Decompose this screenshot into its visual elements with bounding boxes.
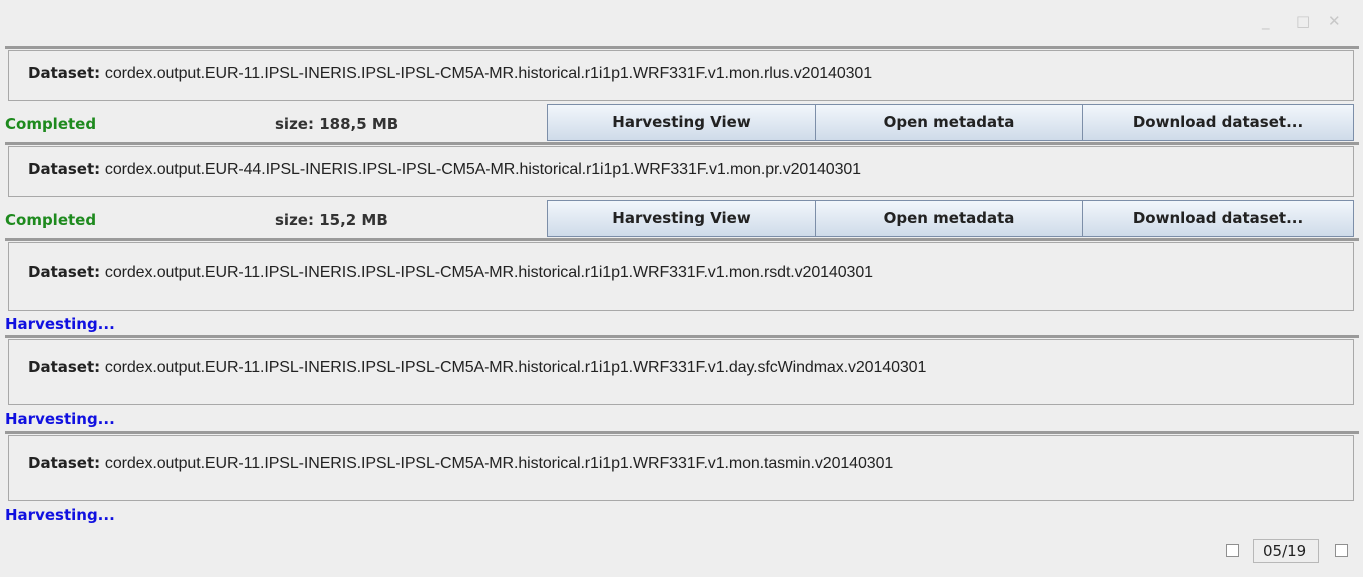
status-harvesting: Harvesting... xyxy=(5,315,115,333)
dataset-item: Dataset: cordex.output.EUR-11.IPSL-INERI… xyxy=(5,431,1359,527)
dataset-line: Dataset: cordex.output.EUR-11.IPSL-INERI… xyxy=(28,454,893,473)
previous-page-button[interactable] xyxy=(1226,544,1239,557)
harvesting-view-button[interactable]: Harvesting View xyxy=(547,104,816,141)
title-bar: _ □ ✕ xyxy=(0,0,1363,46)
next-page-button[interactable] xyxy=(1335,544,1348,557)
harvesting-view-button[interactable]: Harvesting View xyxy=(547,200,816,237)
open-metadata-button[interactable]: Open metadata xyxy=(815,200,1083,237)
close-icon[interactable]: ✕ xyxy=(1328,12,1341,30)
dataset-name-box: Dataset: cordex.output.EUR-11.IPSL-INERI… xyxy=(8,435,1354,501)
status-harvesting: Harvesting... xyxy=(5,506,115,524)
dataset-name: cordex.output.EUR-11.IPSL-INERIS.IPSL-IP… xyxy=(104,359,927,376)
minimize-icon[interactable]: _ xyxy=(1262,12,1270,30)
status-completed: Completed xyxy=(5,211,97,229)
dataset-label: Dataset: xyxy=(28,64,101,82)
page-number-field[interactable]: 05/19 xyxy=(1253,539,1319,563)
dataset-item: Dataset: cordex.output.EUR-11.IPSL-INERI… xyxy=(5,46,1359,143)
dataset-name-box: Dataset: cordex.output.EUR-11.IPSL-INERI… xyxy=(8,50,1354,101)
dataset-name: cordex.output.EUR-11.IPSL-INERIS.IPSL-IP… xyxy=(104,264,873,281)
dataset-label: Dataset: xyxy=(28,263,101,281)
dataset-label: Dataset: xyxy=(28,358,101,376)
dataset-list: Dataset: cordex.output.EUR-11.IPSL-INERI… xyxy=(5,46,1359,527)
dataset-name: cordex.output.EUR-44.IPSL-INERIS.IPSL-IP… xyxy=(104,161,861,178)
app-window: _ □ ✕ Dataset: cordex.output.EUR-11.IPSL… xyxy=(0,0,1363,577)
dataset-line: Dataset: cordex.output.EUR-11.IPSL-INERI… xyxy=(28,64,872,83)
dataset-size: size: 15,2 MB xyxy=(275,211,388,229)
dataset-label: Dataset: xyxy=(28,454,101,472)
dataset-item: Dataset: cordex.output.EUR-44.IPSL-INERI… xyxy=(5,142,1359,239)
status-completed: Completed xyxy=(5,115,97,133)
open-metadata-button[interactable]: Open metadata xyxy=(815,104,1083,141)
dataset-item: Dataset: cordex.output.EUR-11.IPSL-INERI… xyxy=(5,238,1359,336)
dataset-name: cordex.output.EUR-11.IPSL-INERIS.IPSL-IP… xyxy=(104,455,894,472)
dataset-size: size: 188,5 MB xyxy=(275,115,399,133)
dataset-name: cordex.output.EUR-11.IPSL-INERIS.IPSL-IP… xyxy=(104,65,873,82)
download-dataset-button[interactable]: Download dataset... xyxy=(1082,104,1354,141)
dataset-item: Dataset: cordex.output.EUR-11.IPSL-INERI… xyxy=(5,335,1359,433)
dataset-name-box: Dataset: cordex.output.EUR-11.IPSL-INERI… xyxy=(8,339,1354,405)
dataset-label: Dataset: xyxy=(28,160,101,178)
download-dataset-button[interactable]: Download dataset... xyxy=(1082,200,1354,237)
pager: 05/19 xyxy=(0,536,1363,566)
dataset-line: Dataset: cordex.output.EUR-11.IPSL-INERI… xyxy=(28,263,873,282)
dataset-line: Dataset: cordex.output.EUR-11.IPSL-INERI… xyxy=(28,358,926,377)
dataset-name-box: Dataset: cordex.output.EUR-44.IPSL-INERI… xyxy=(8,146,1354,197)
dataset-line: Dataset: cordex.output.EUR-44.IPSL-INERI… xyxy=(28,160,861,179)
status-harvesting: Harvesting... xyxy=(5,410,115,428)
maximize-icon[interactable]: □ xyxy=(1296,12,1310,30)
dataset-name-box: Dataset: cordex.output.EUR-11.IPSL-INERI… xyxy=(8,242,1354,311)
